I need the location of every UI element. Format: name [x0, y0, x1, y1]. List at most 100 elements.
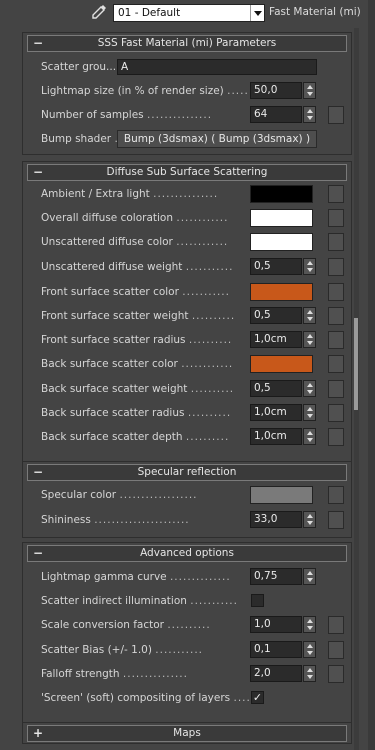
- spinner-arrows-icon[interactable]: [303, 511, 316, 528]
- collapse-icon[interactable]: −: [33, 36, 43, 51]
- back-scatter-color-map-button[interactable]: [328, 355, 344, 373]
- eyedropper-icon[interactable]: [90, 3, 108, 21]
- scrollbar-thumb[interactable]: [354, 318, 358, 410]
- spinner-arrows-icon[interactable]: [303, 331, 316, 348]
- row-text: Front surface scatter weight: [41, 310, 189, 322]
- back-scatter-depth-spinner[interactable]: 1,0cm: [250, 428, 318, 445]
- falloff-strength-spinner[interactable]: 2,0: [250, 665, 318, 682]
- material-type-button[interactable]: Fast Material (mi): [269, 6, 361, 18]
- rollout-header-specular[interactable]: − Specular reflection: [27, 464, 347, 481]
- rollout-header-advanced[interactable]: − Advanced options: [27, 545, 347, 562]
- shininess-spinner[interactable]: 33,0: [250, 511, 318, 528]
- unscattered-diffuse-weight-row: Unscattered diffuse weight ........... 0…: [23, 257, 353, 277]
- material-name-value: 01 - Default: [118, 7, 181, 19]
- material-name-dropdown[interactable]: 01 - Default: [113, 4, 265, 22]
- ambient-color-swatch[interactable]: [250, 185, 313, 203]
- spinner-arrows-icon[interactable]: [303, 380, 316, 397]
- rollout-diffuse-sss: − Diffuse Sub Surface Scattering Ambient…: [22, 161, 352, 482]
- unscattered-diffuse-swatch[interactable]: [250, 233, 313, 251]
- screen-compositing-checkbox[interactable]: ✓: [251, 691, 264, 704]
- shininess-text: Shininess: [41, 514, 91, 526]
- shininess-row: Shininess ...................... 33,0: [23, 510, 353, 530]
- samples-map-button[interactable]: [328, 106, 344, 124]
- specular-color-map-button[interactable]: [328, 486, 344, 504]
- ambient-map-button[interactable]: [328, 185, 344, 203]
- overall-diffuse-map-button[interactable]: [328, 209, 344, 227]
- rollout-header-diffuse-sss[interactable]: − Diffuse Sub Surface Scattering: [27, 164, 347, 181]
- lightmap-size-spinner[interactable]: 50,0: [250, 82, 318, 99]
- falloff-strength-value[interactable]: 2,0: [250, 665, 302, 682]
- unscattered-diffuse-map-button[interactable]: [328, 233, 344, 251]
- back-scatter-radius-row: Back surface scatter radius .......... 1…: [23, 403, 353, 423]
- spinner-arrows-icon[interactable]: [303, 106, 316, 123]
- scatter-group-input[interactable]: A: [117, 59, 317, 75]
- lightmap-gamma-spinner[interactable]: 0,75: [250, 568, 318, 585]
- rollout-header-sss-parameters[interactable]: − SSS Fast Material (mi) Parameters: [27, 35, 347, 52]
- shininess-map-button[interactable]: [328, 511, 344, 529]
- front-scatter-radius-value[interactable]: 1,0cm: [250, 331, 302, 348]
- back-scatter-color-row: Back surface scatter color ............: [23, 354, 353, 374]
- scale-conversion-value[interactable]: 1,0: [250, 616, 302, 633]
- leader-dots: ..........: [167, 619, 211, 631]
- unscattered-weight-map-button[interactable]: [328, 258, 344, 276]
- collapse-icon[interactable]: −: [33, 546, 43, 561]
- front-scatter-radius-map-button[interactable]: [328, 331, 344, 349]
- scatter-bias-spinner[interactable]: 0,1: [250, 641, 318, 658]
- front-scatter-weight-spinner[interactable]: 0,5: [250, 307, 318, 324]
- unscattered-diffuse-weight-value[interactable]: 0,5: [250, 258, 302, 275]
- back-scatter-weight-value[interactable]: 0,5: [250, 380, 302, 397]
- spinner-arrows-icon[interactable]: [303, 258, 316, 275]
- scale-conversion-spinner[interactable]: 1,0: [250, 616, 318, 633]
- scatter-bias-label: Scatter Bias (+/- 1.0) ...........: [41, 644, 203, 656]
- scatter-bias-map-button[interactable]: [328, 641, 344, 659]
- collapse-icon[interactable]: −: [33, 165, 43, 180]
- rollout-advanced-options: − Advanced options Lightmap gamma curve …: [22, 542, 352, 738]
- lightmap-size-label: Lightmap size (in % of render size) ....…: [41, 85, 258, 97]
- back-scatter-radius-map-button[interactable]: [328, 404, 344, 422]
- spinner-arrows-icon[interactable]: [303, 404, 316, 421]
- collapse-icon[interactable]: −: [33, 465, 43, 480]
- material-toolbar: 01 - Default Fast Material (mi): [0, 0, 375, 26]
- number-of-samples-label: Number of samples ...............: [41, 109, 212, 121]
- overall-diffuse-swatch[interactable]: [250, 209, 313, 227]
- spinner-arrows-icon[interactable]: [303, 428, 316, 445]
- spinner-arrows-icon[interactable]: [303, 82, 316, 99]
- front-scatter-color-swatch[interactable]: [250, 283, 313, 301]
- front-scatter-weight-value[interactable]: 0,5: [250, 307, 302, 324]
- right-edge: [368, 0, 375, 750]
- spinner-arrows-icon[interactable]: [303, 616, 316, 633]
- scale-conversion-map-button[interactable]: [328, 616, 344, 634]
- rollout-header-maps[interactable]: + Maps: [27, 725, 347, 742]
- lightmap-gamma-text: Lightmap gamma curve: [41, 571, 167, 583]
- specular-color-swatch[interactable]: [250, 486, 313, 504]
- shininess-value[interactable]: 33,0: [250, 511, 302, 528]
- front-scatter-weight-map-button[interactable]: [328, 307, 344, 325]
- spinner-arrows-icon[interactable]: [303, 641, 316, 658]
- back-scatter-depth-value[interactable]: 1,0cm: [250, 428, 302, 445]
- back-scatter-depth-map-button[interactable]: [328, 428, 344, 446]
- back-scatter-weight-spinner[interactable]: 0,5: [250, 380, 318, 397]
- expand-icon[interactable]: +: [33, 726, 43, 741]
- unscattered-diffuse-weight-spinner[interactable]: 0,5: [250, 258, 318, 275]
- spinner-arrows-icon[interactable]: [303, 307, 316, 324]
- scatter-indirect-checkbox[interactable]: [251, 594, 264, 607]
- lightmap-gamma-value[interactable]: 0,75: [250, 568, 302, 585]
- front-scatter-weight-label: Front surface scatter weight ..........: [41, 310, 235, 322]
- back-scatter-radius-spinner[interactable]: 1,0cm: [250, 404, 318, 421]
- lightmap-gamma-label: Lightmap gamma curve ..............: [41, 571, 231, 583]
- scatter-bias-value[interactable]: 0,1: [250, 641, 302, 658]
- row-text: Back surface scatter radius: [41, 407, 185, 419]
- lightmap-size-value[interactable]: 50,0: [250, 82, 302, 99]
- number-of-samples-value[interactable]: 64: [250, 106, 302, 123]
- back-scatter-weight-map-button[interactable]: [328, 380, 344, 398]
- bump-shader-button[interactable]: Bump (3dsmax) ( Bump (3dsmax) ): [117, 130, 317, 148]
- number-of-samples-spinner[interactable]: 64: [250, 106, 318, 123]
- front-scatter-radius-spinner[interactable]: 1,0cm: [250, 331, 318, 348]
- falloff-strength-map-button[interactable]: [328, 665, 344, 683]
- back-scatter-radius-value[interactable]: 1,0cm: [250, 404, 302, 421]
- back-scatter-color-swatch[interactable]: [250, 355, 313, 373]
- spinner-arrows-icon[interactable]: [303, 568, 316, 585]
- spinner-arrows-icon[interactable]: [303, 665, 316, 682]
- front-scatter-color-map-button[interactable]: [328, 283, 344, 301]
- chevron-down-icon[interactable]: [250, 5, 264, 21]
